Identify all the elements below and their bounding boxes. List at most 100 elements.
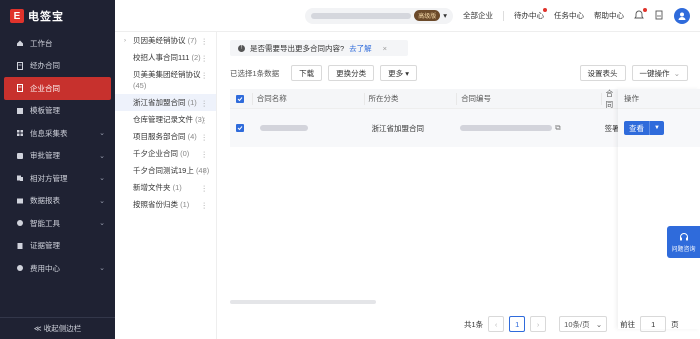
sidebar-item-label: 智能工具	[30, 218, 60, 228]
sidebar-item-2[interactable]: 企业合同	[4, 77, 111, 100]
folder-name: 千夕合同测试19上	[133, 166, 194, 175]
sidebar-item-8[interactable]: 智能工具 ⌄	[0, 212, 115, 235]
sidebar-item-label: 工作台	[30, 38, 53, 48]
folder-count: (1)	[180, 200, 190, 209]
folder-name: 新增文件夹	[133, 183, 171, 192]
row-category: 浙江省加盟合同	[371, 123, 425, 133]
header-actions: 操作	[618, 89, 700, 109]
goto-page-input[interactable]: 1	[640, 316, 667, 332]
main-content: ! 是否需要导出更多合同内容? 去了解 × 已选择1条数据 下载 更换分类 更多…	[218, 32, 700, 339]
set-header-button[interactable]: 设置表头	[579, 65, 626, 81]
avatar[interactable]	[674, 7, 690, 24]
template-icon	[16, 107, 24, 115]
header-contract-number[interactable]: 合同编号	[456, 92, 601, 105]
file-icon[interactable]	[654, 10, 664, 22]
chevron-down-icon[interactable]: ▼	[649, 121, 664, 135]
folder-item[interactable]: 校招人事合同111 (2) ⋮	[115, 49, 216, 66]
view-label[interactable]: 查看	[624, 121, 649, 135]
one-click-action-button[interactable]: 一键操作 ⌄	[631, 65, 688, 81]
page-unit-label: 页	[671, 319, 679, 329]
header-contract-name[interactable]: 合同名称	[251, 92, 364, 105]
view-button[interactable]: 查看 ▼	[624, 121, 664, 135]
row-checkbox[interactable]	[236, 124, 244, 132]
more-vertical-icon[interactable]: ⋮	[201, 53, 209, 64]
sidebar-item-9[interactable]: 证据管理	[0, 235, 115, 258]
sidebar-item-10[interactable]: 费用中心 ⌄	[0, 257, 115, 280]
prev-page-button[interactable]: ‹	[488, 316, 505, 332]
table-header: 合同名称 所在分类 合同编号 合同	[230, 89, 620, 109]
horizontal-scrollbar[interactable]	[230, 300, 376, 304]
change-category-button[interactable]: 更换分类	[328, 65, 375, 81]
header-category[interactable]: 所在分类	[363, 92, 457, 105]
support-consult-button[interactable]: 问题咨询	[667, 226, 700, 258]
app-logo[interactable]: E 电签宝	[0, 0, 115, 32]
folder-item[interactable]: 贝美美集团经销协议 (45) ⋮	[115, 66, 216, 94]
task-center-link[interactable]: 任务中心	[554, 10, 584, 21]
select-all-checkbox[interactable]	[236, 94, 244, 103]
folder-count: (1)	[187, 98, 197, 107]
folder-item[interactable]: › 贝因美经销协议 (7) ⋮	[115, 32, 216, 49]
close-icon[interactable]: ×	[383, 44, 387, 53]
folder-item[interactable]: 千夕合同测试19上 (48) ⋮	[115, 162, 216, 179]
help-center-link[interactable]: 帮助中心	[594, 10, 624, 21]
sidebar-item-4[interactable]: 信息采集表 ⌄	[0, 122, 115, 145]
bell-icon[interactable]	[634, 7, 647, 22]
todo-center-link[interactable]: 待办中心	[514, 8, 547, 21]
sidebar-item-label: 模板管理	[30, 106, 60, 116]
sidebar-item-label: 信息采集表	[30, 128, 68, 138]
folder-item[interactable]: 按照省份归类 (1) ⋮	[115, 196, 216, 213]
folder-count: (0)	[180, 149, 190, 158]
chevron-right-icon[interactable]: ›	[124, 36, 126, 47]
folder-item[interactable]: 项目服务部合同 (4) ⋮	[115, 128, 216, 145]
pagination: 共1条 ‹ 1 › 10条/页 ⌄ 前往 1 页	[464, 316, 679, 332]
folder-count: (4)	[187, 132, 197, 141]
next-page-button[interactable]: ›	[530, 316, 547, 332]
more-vertical-icon[interactable]: ⋮	[201, 98, 209, 109]
copy-icon[interactable]: ⧉	[555, 123, 560, 133]
table-row[interactable]: 浙江省加盟合同 ⧉ 签署	[230, 109, 620, 147]
chevron-down-icon: ▾	[443, 11, 447, 20]
folder-list: › 贝因美经销协议 (7) ⋮ 校招人事合同111 (2) ⋮ 贝美美集团经销协议 (45…	[115, 32, 217, 339]
sidebar-item-1[interactable]: 经办合同	[0, 55, 115, 78]
folder-name: 校招人事合同111	[133, 53, 190, 62]
collapse-sidebar-button[interactable]: ≪ 收起侧边栏	[0, 317, 115, 339]
more-vertical-icon[interactable]: ⋮	[201, 200, 209, 211]
sidebar-item-0[interactable]: 工作台	[0, 32, 115, 55]
sidebar-item-6[interactable]: 相对方管理 ⌄	[0, 167, 115, 190]
folder-name: 千夕企业合同	[133, 149, 178, 158]
learn-more-link[interactable]: 去了解	[349, 43, 372, 54]
page-size-select[interactable]: 10条/页 ⌄	[559, 316, 608, 332]
folder-item[interactable]: 浙江省加盟合同 (1) ⋮	[115, 94, 216, 111]
download-button[interactable]: 下载	[291, 65, 323, 81]
more-vertical-icon[interactable]: ⋮	[201, 166, 209, 177]
folder-item[interactable]: 仓库管理记录文件 (3) ⋮	[115, 111, 216, 128]
folder-name: 项目服务部合同	[133, 132, 186, 141]
more-vertical-icon[interactable]: ⋮	[201, 115, 209, 126]
sidebar-nav: 工作台 经办合同 企业合同 模板管理 信息采集表 ⌄ 审批管理 ⌄ 相对方管理 ⌄ 数据报表 ⌄ 智能工…	[0, 32, 115, 280]
sidebar-item-7[interactable]: 数据报表 ⌄	[0, 190, 115, 213]
sidebar-item-3[interactable]: 模板管理	[0, 100, 115, 123]
folder-item[interactable]: 新增文件夹 (1) ⋮	[115, 179, 216, 196]
sidebar-item-label: 相对方管理	[30, 173, 68, 183]
account-switcher[interactable]: 高级版 ▾	[305, 7, 453, 24]
more-button[interactable]: 更多 ▾	[380, 65, 418, 81]
contract-number-redacted: ⧉	[456, 123, 600, 133]
more-vertical-icon[interactable]: ⋮	[201, 70, 209, 81]
enterprise-selector[interactable]: 全部企业	[463, 10, 493, 21]
sidebar: E 电签宝 工作台经办合同 企业合同模板管理信息采集表 ⌄ 审批管理 ⌄ 相对方管理 ⌄ 数据…	[0, 0, 115, 339]
sidebar-item-5[interactable]: 审批管理 ⌄	[0, 145, 115, 168]
more-vertical-icon[interactable]: ⋮	[201, 132, 209, 143]
document-icon	[16, 61, 24, 70]
home-icon	[16, 39, 24, 47]
folder-count: (1)	[172, 183, 182, 192]
more-vertical-icon[interactable]: ⋮	[201, 183, 209, 194]
coin-icon	[16, 264, 24, 272]
contract-table: 合同名称 所在分类 合同编号 合同 浙江省加盟合同 ⧉ 签署	[230, 89, 620, 178]
folder-item[interactable]: 千夕企业合同 (0) ⋮	[115, 145, 216, 162]
todo-label: 待办中心	[514, 11, 544, 20]
app-name: 电签宝	[28, 11, 64, 23]
top-bar: 高级版 ▾ 全部企业 待办中心 任务中心 帮助中心	[115, 0, 700, 32]
page-number[interactable]: 1	[509, 316, 526, 332]
more-vertical-icon[interactable]: ⋮	[201, 36, 209, 47]
more-vertical-icon[interactable]: ⋮	[201, 149, 209, 160]
